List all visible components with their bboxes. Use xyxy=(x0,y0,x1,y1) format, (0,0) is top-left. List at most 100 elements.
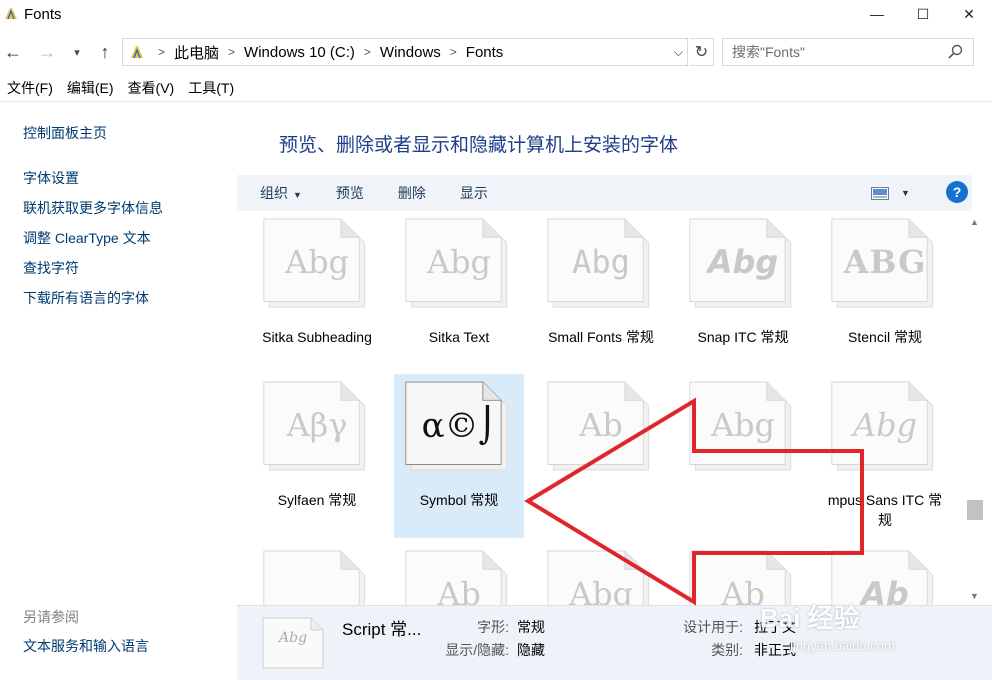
menu-bar: 文件(F) 编辑(E) 查看(V) 工具(T) xyxy=(0,76,241,100)
visibility-label: 显示/隐藏: xyxy=(445,642,509,658)
font-tile[interactable]: Abg Sitka Text xyxy=(394,211,524,375)
breadcrumb-separator: > xyxy=(363,45,371,59)
font-sample: Ab xyxy=(579,406,623,444)
show-button[interactable]: 显示 xyxy=(460,183,488,203)
address-dropdown-chevron-icon[interactable]: ⌵ xyxy=(674,45,683,60)
font-name-label: Small Fonts 常规 xyxy=(548,329,654,345)
selected-font-name: Script 常... xyxy=(342,620,422,639)
font-name-label: Symbol 常规 xyxy=(419,492,499,508)
breadcrumb-windows[interactable]: Windows xyxy=(380,44,441,61)
search-placeholder: 搜索"Fonts" xyxy=(732,44,805,60)
font-name-label: mpus Sans ITC 常规 xyxy=(827,492,943,528)
font-sample: Ab xyxy=(721,575,765,605)
menu-view[interactable]: 查看(V) xyxy=(121,78,182,98)
font-sample: Ab xyxy=(861,575,909,605)
maximize-button[interactable]: ☐ xyxy=(900,0,946,28)
breadcrumb-separator: > xyxy=(228,45,236,59)
font-tile[interactable]: Ab xyxy=(820,543,950,605)
font-tile[interactable]: Ab xyxy=(394,543,524,605)
font-tile[interactable]: Aβγ Sylfaen 常规 xyxy=(252,374,382,538)
scroll-down-icon[interactable]: ▼ xyxy=(970,591,979,601)
navigation-bar: ← → ▾ ↑ > 此电脑 > Windows 10 (C:) > Window… xyxy=(0,34,992,70)
style-value: 常规 xyxy=(517,619,545,635)
font-name-label: Stencil 常规 xyxy=(848,329,922,345)
font-tile[interactable] xyxy=(252,543,382,605)
details-pane: Abg Script 常... 字形: 常规 显示/隐藏: 隐藏 设计用于: 拉… xyxy=(237,605,992,680)
get-more-fonts-online-link[interactable]: 联机获取更多字体信息 xyxy=(23,198,163,218)
font-tile[interactable]: Abg xyxy=(536,543,666,605)
refresh-icon[interactable]: ↻ xyxy=(690,38,714,66)
delete-button[interactable]: 删除 xyxy=(398,183,426,203)
window-title: Fonts xyxy=(24,5,62,23)
font-tile[interactable]: α©⌡ Symbol 常规 xyxy=(394,374,524,538)
menu-edit[interactable]: 编辑(E) xyxy=(60,78,121,98)
font-sample: ABG xyxy=(843,243,927,281)
font-sample: Abg xyxy=(710,406,776,444)
help-button[interactable]: ? xyxy=(946,181,968,203)
change-view-button[interactable]: ▼ xyxy=(871,185,911,201)
forward-arrow-icon[interactable]: → xyxy=(36,40,58,64)
font-tile[interactable]: Abg Sitka Subheading xyxy=(252,211,382,375)
style-label: 字形: xyxy=(477,619,509,635)
font-grid: Abg Sitka Subheading Abg Sitka Text Abg Small… xyxy=(237,211,965,605)
left-panel: 控制面板主页 字体设置 联机获取更多字体信息 调整 ClearType 文本 查… xyxy=(0,102,237,680)
organize-button[interactable]: 组织 ▼ xyxy=(260,183,302,203)
adjust-cleartype-link[interactable]: 调整 ClearType 文本 xyxy=(23,228,151,248)
see-also-heading: 另请参阅 xyxy=(23,609,79,625)
designed-for-value: 拉丁文 xyxy=(754,619,796,635)
title-bar: Fonts — ☐ ✕ xyxy=(0,0,992,28)
font-tile[interactable]: Ab xyxy=(678,543,808,605)
font-tile[interactable]: Ab xyxy=(536,374,666,538)
font-sample: Abg xyxy=(568,575,634,605)
minimize-button[interactable]: — xyxy=(854,0,900,28)
download-all-fonts-link[interactable]: 下载所有语言的字体 xyxy=(23,288,149,308)
thumbnail-sample: Abg xyxy=(279,630,308,646)
font-tile[interactable]: ABG Stencil 常规 xyxy=(820,211,950,375)
preview-button[interactable]: 预览 xyxy=(336,183,364,203)
category-value: 非正式 xyxy=(754,642,796,658)
font-tile[interactable]: Abg Snap ITC 常规 xyxy=(678,211,808,375)
breadcrumb-fonts[interactable]: Fonts xyxy=(466,44,504,61)
breadcrumb-drive[interactable]: Windows 10 (C:) xyxy=(244,44,355,61)
menu-file[interactable]: 文件(F) xyxy=(0,78,60,98)
designed-for-label: 设计用于: xyxy=(683,619,743,635)
font-sample: Abg xyxy=(284,243,350,281)
font-tile[interactable]: Abg mpus Sans ITC 常规 xyxy=(820,374,950,538)
fonts-folder-icon xyxy=(5,8,17,20)
text-services-link[interactable]: 文本服务和输入语言 xyxy=(23,636,149,656)
breadcrumb-separator: > xyxy=(158,45,166,59)
recent-locations-chevron-icon[interactable]: ▾ xyxy=(66,40,88,64)
font-tile[interactable]: Abg xyxy=(678,374,808,538)
chevron-down-icon: ▼ xyxy=(901,188,910,198)
breadcrumb-separator: > xyxy=(449,45,457,59)
chevron-down-icon: ▼ xyxy=(293,190,302,200)
font-name-label: Sitka Text xyxy=(428,329,490,345)
font-sample: Ab xyxy=(437,575,481,605)
fonts-folder-icon xyxy=(131,46,143,59)
page-title: 预览、删除或者显示和隐藏计算机上安装的字体 xyxy=(279,135,679,156)
view-icon xyxy=(871,186,889,200)
font-sample: Aβγ xyxy=(286,406,348,444)
find-character-link[interactable]: 查找字符 xyxy=(23,258,79,278)
font-sample: Abg xyxy=(707,243,779,281)
font-tile[interactable]: Abg Small Fonts 常规 xyxy=(536,211,666,375)
up-arrow-icon[interactable]: ↑ xyxy=(94,40,116,64)
font-settings-link[interactable]: 字体设置 xyxy=(23,168,79,188)
font-sample: Abg xyxy=(572,243,630,281)
scroll-up-icon[interactable]: ▲ xyxy=(970,217,979,227)
scroll-thumb[interactable] xyxy=(967,500,983,520)
close-button[interactable]: ✕ xyxy=(946,0,992,28)
menu-tools[interactable]: 工具(T) xyxy=(181,78,241,98)
category-label: 类别: xyxy=(711,642,743,658)
font-file-icon xyxy=(263,550,366,605)
search-icon[interactable] xyxy=(947,44,963,60)
address-bar[interactable]: > 此电脑 > Windows 10 (C:) > Windows > Font… xyxy=(122,38,688,66)
breadcrumb-this-pc[interactable]: 此电脑 xyxy=(174,42,219,63)
back-arrow-icon[interactable]: ← xyxy=(2,40,24,64)
font-sample: Abg xyxy=(426,243,492,281)
vertical-scrollbar[interactable]: ▲ ▼ xyxy=(965,211,985,605)
visibility-value: 隐藏 xyxy=(517,642,545,658)
search-input[interactable]: 搜索"Fonts" xyxy=(722,38,974,66)
font-sample: α©⌡ xyxy=(421,406,497,446)
control-panel-home-link[interactable]: 控制面板主页 xyxy=(23,123,107,143)
